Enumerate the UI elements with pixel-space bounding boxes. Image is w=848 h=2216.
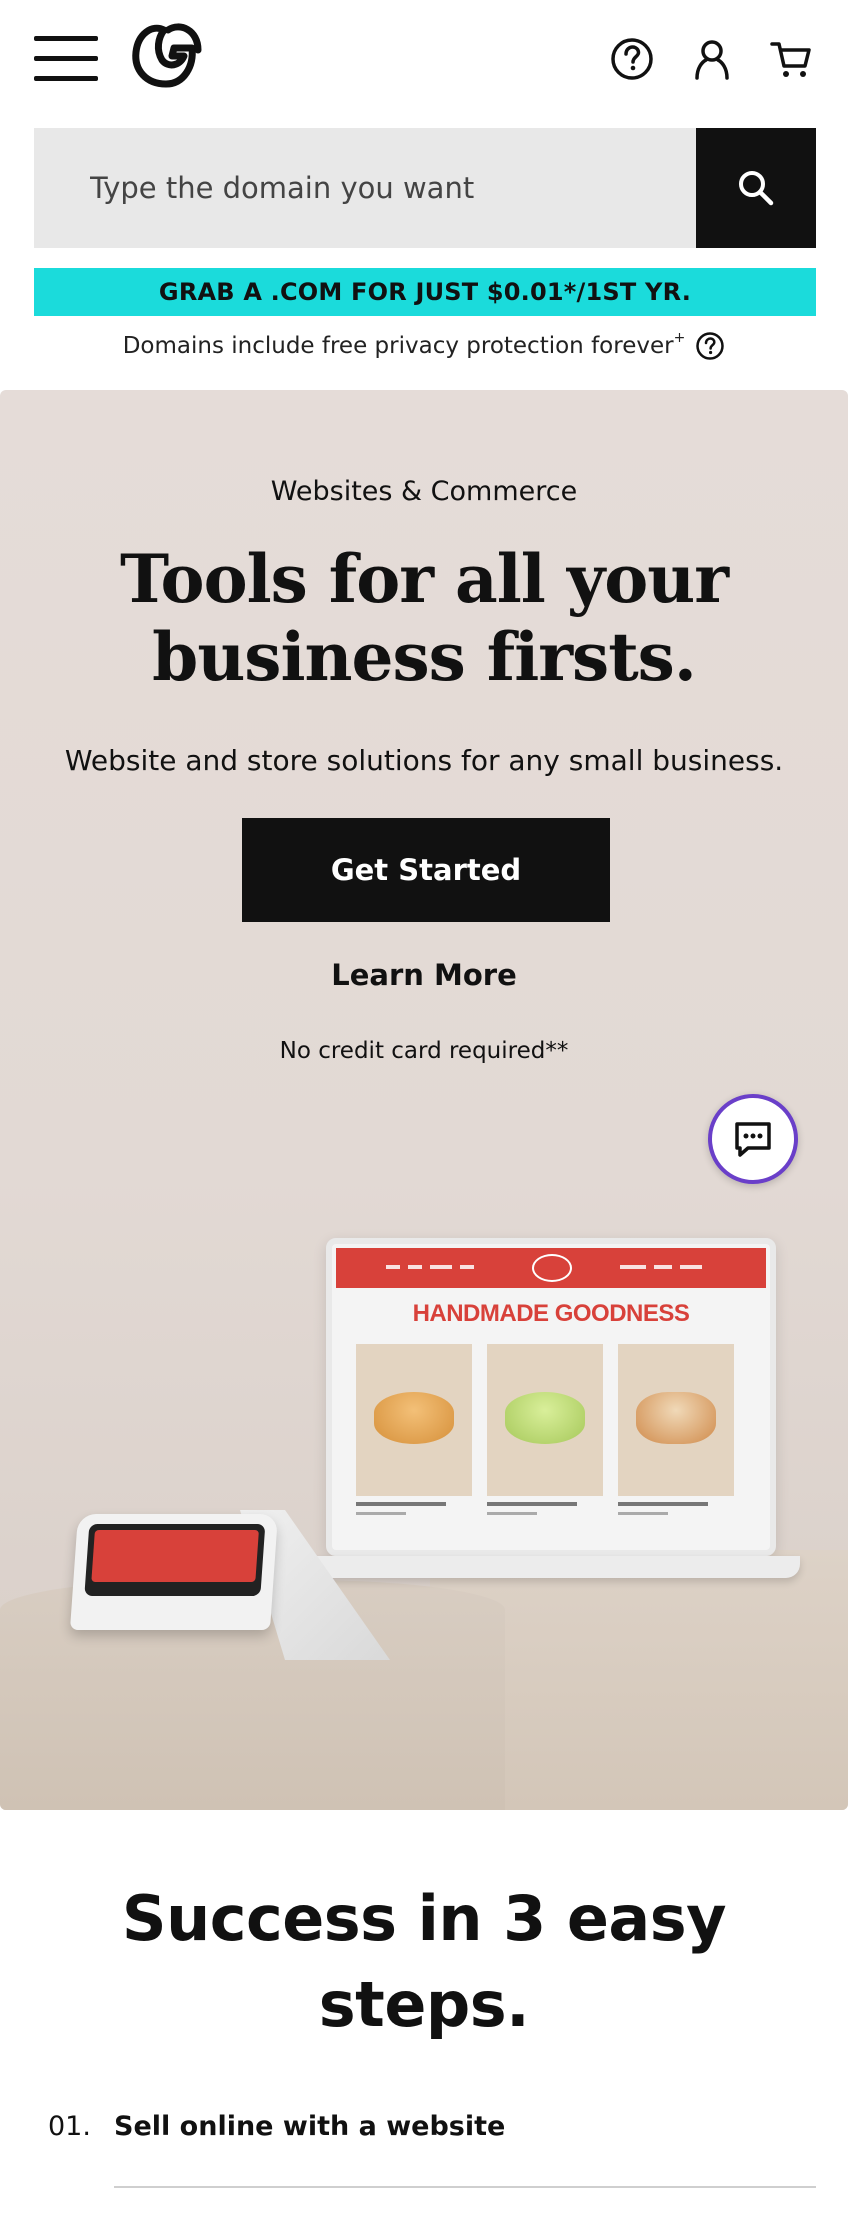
privacy-note: Domains include free privacy protection … [0,326,848,366]
product-scene-image: HANDMADE GOODNESS [0,1210,848,1810]
laptop-base [300,1556,800,1578]
chat-button[interactable] [708,1094,798,1184]
mock-site-headline: HANDMADE GOODNESS [412,1300,690,1327]
hero-title-line-2: business firsts. [152,618,697,696]
site-header [0,0,848,118]
mock-site-nav [336,1248,766,1288]
steps-title: Success in 3 easy steps. [0,1876,848,2048]
hero-subtitle: Website and store solutions for any smal… [64,744,784,777]
domain-search-input[interactable] [34,128,696,248]
search-button[interactable] [696,128,816,248]
mock-product-card [487,1344,603,1515]
promo-banner[interactable]: GRAB A .COM FOR JUST $0.01*/1ST YR. [34,268,816,316]
privacy-text: Domains include free privacy protection … [122,333,674,359]
no-credit-card-note: No credit card required** [279,1038,569,1064]
privacy-help-icon[interactable] [695,331,725,361]
step-divider [114,2186,816,2188]
laptop-image: HANDMADE GOODNESS [326,1238,776,1556]
payment-terminal-image [69,1514,279,1630]
hero-title-line-1: Tools for all your [120,540,729,618]
steps-title-line-2: steps. [318,1968,530,2041]
steps-title-line-1: Success in 3 easy [121,1882,727,1955]
mock-product-card [356,1344,472,1515]
step-item[interactable]: 01. Sell online with a website [48,2096,818,2156]
cart-icon[interactable] [768,36,814,82]
privacy-sup: + [673,330,686,346]
mock-product-card [618,1344,734,1515]
chat-icon [735,1122,771,1157]
godaddy-logo-icon[interactable] [128,20,204,90]
step-label: Sell online with a website [114,2110,506,2142]
get-started-button[interactable]: Get Started [242,818,610,922]
account-icon[interactable] [689,36,735,82]
hero-section: Websites & Commerce Tools for all your b… [0,390,848,1810]
step-number: 01. [48,2110,91,2142]
domain-search-bar [34,128,816,248]
hero-eyebrow: Websites & Commerce [270,476,578,507]
learn-more-link[interactable]: Learn More [0,958,848,992]
menu-icon[interactable] [34,36,98,82]
search-icon [739,171,774,206]
hero-title: Tools for all your business firsts. [0,540,848,696]
help-icon[interactable] [609,36,655,82]
